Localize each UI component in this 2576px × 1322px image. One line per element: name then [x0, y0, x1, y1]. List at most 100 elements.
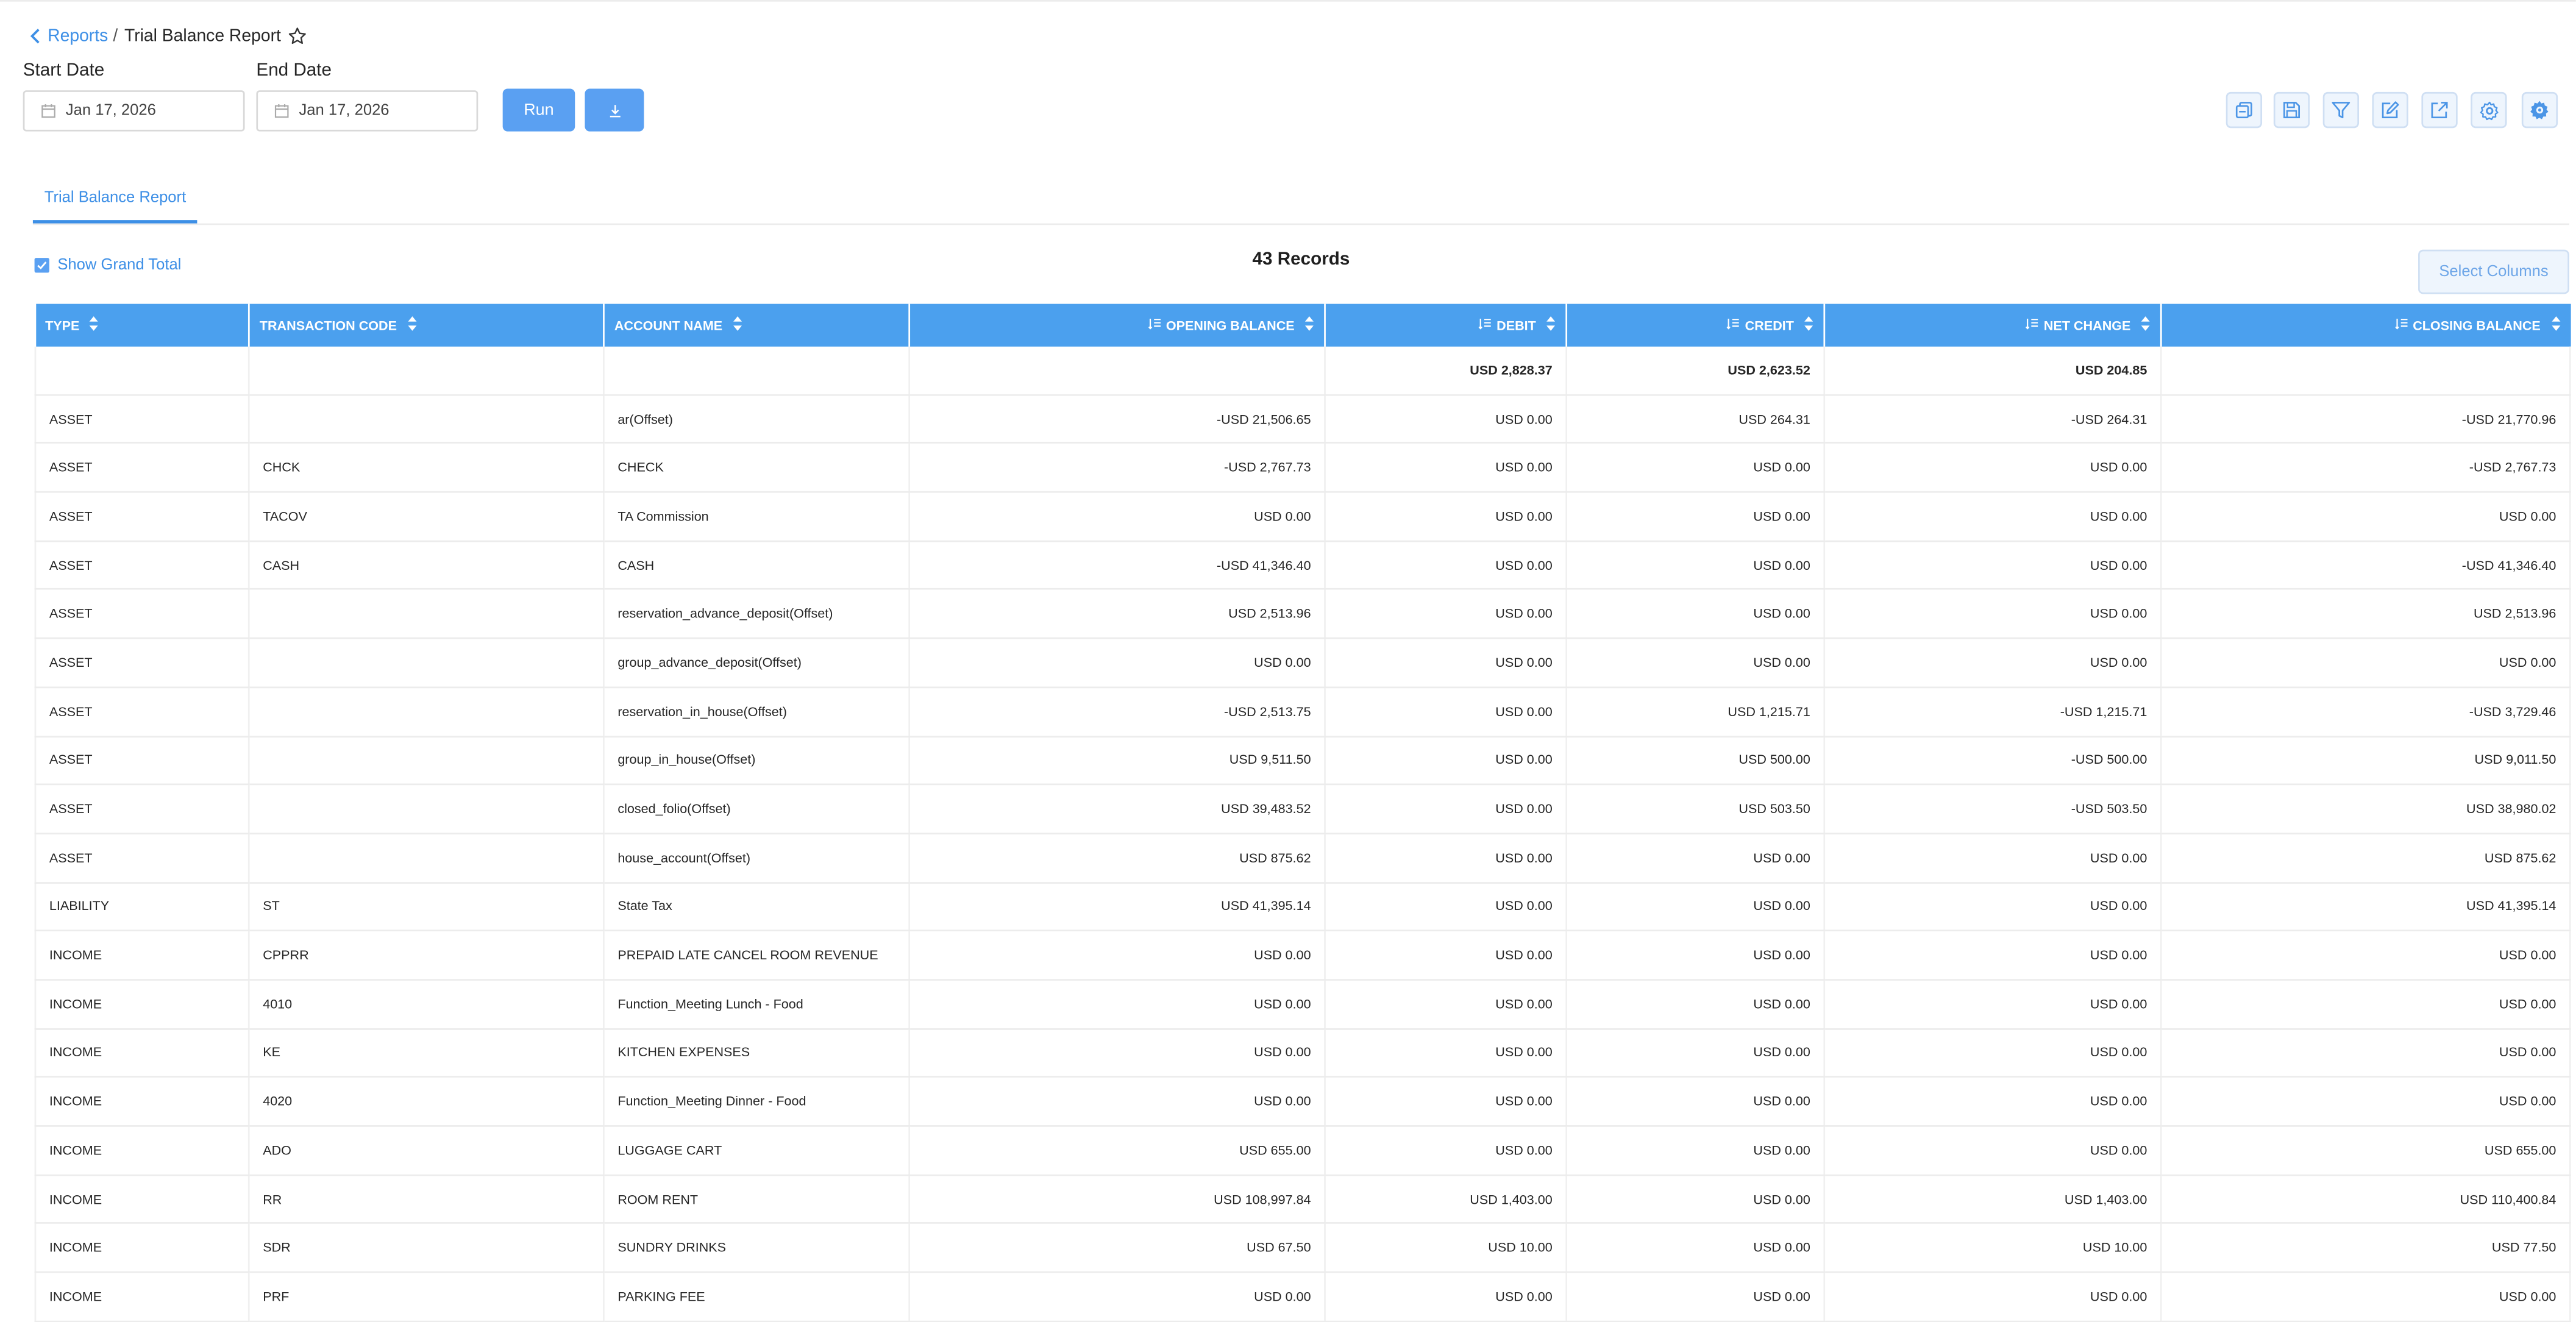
column-header-label: TYPE: [45, 318, 80, 333]
table-row[interactable]: ASSET CASH CASH -USD 41,346.40 USD 0.00 USD 0…: [34, 541, 2571, 591]
download-button[interactable]: [585, 88, 644, 132]
table-row[interactable]: ASSET reservation_advance_deposit(Offset)…: [34, 589, 2571, 639]
grand-total-row: USD 2,828.37 USD 2,623.52 USD 204.85: [34, 346, 2571, 396]
table-row[interactable]: INCOME KE KITCHEN EXPENSES USD 0.00 USD 0.00…: [34, 1028, 2571, 1078]
table-row[interactable]: ASSET closed_folio(Offset) USD 39,483.52 US…: [34, 784, 2571, 834]
table-cell: TA Commission: [603, 492, 911, 542]
table-cell: USD 264.31: [1566, 394, 1826, 444]
table-row[interactable]: ASSET house_account(Offset) USD 875.62 USD …: [34, 833, 2571, 883]
table-cell: USD 0.00: [1325, 833, 1568, 883]
table-cell: -USD 2,767.73: [909, 443, 1326, 493]
table-cell: USD 0.00: [2161, 931, 2571, 981]
sort-icon[interactable]: [732, 315, 742, 335]
table-cell: USD 1,403.00: [1824, 1175, 2162, 1224]
table-cell: 4010: [249, 979, 605, 1029]
show-grand-total-toggle[interactable]: Show Grand Total: [34, 256, 181, 274]
table-row[interactable]: INCOME CPPRR PREPAID LATE CANCEL ROOM REVE…: [34, 931, 2571, 981]
column-header-account-name[interactable]: ACCOUNT NAME: [603, 304, 911, 347]
table-cell: ASSET: [34, 687, 250, 737]
table-cell: USD 0.00: [1824, 1077, 2162, 1127]
sort-icon[interactable]: [1304, 315, 1314, 335]
sort-icon[interactable]: [1804, 315, 1813, 335]
table-cell: USD 0.00: [1325, 638, 1568, 688]
table-cell: [249, 638, 605, 688]
table-cell: USD 0.00: [1824, 882, 2162, 932]
column-header-debit[interactable]: DEBIT: [1325, 304, 1568, 347]
table-cell: -USD 2,513.75: [909, 687, 1326, 737]
table-cell: USD 77.50: [2161, 1223, 2571, 1273]
table-row[interactable]: INCOME RR ROOM RENT USD 108,997.84 USD 1,403…: [34, 1175, 2571, 1224]
sort-icon[interactable]: [1546, 315, 1556, 335]
table-cell: USD 39,483.52: [909, 784, 1326, 834]
table-row[interactable]: ASSET ar(Offset) -USD 21,506.65 USD 0.00 USD…: [34, 394, 2571, 444]
table-cell: RR: [249, 1175, 605, 1224]
table-cell: PRF: [249, 1272, 605, 1322]
table-row[interactable]: ASSET CHCK CHECK -USD 2,767.73 USD 0.00 USD 0…: [34, 443, 2571, 493]
table-cell: ASSET: [34, 638, 250, 688]
table-cell: USD 10.00: [1824, 1223, 2162, 1273]
checkbox-checked-icon[interactable]: [34, 258, 49, 273]
report-copy-button[interactable]: [2226, 91, 2263, 129]
start-date-input[interactable]: Jan 17, 2026: [23, 90, 245, 132]
table-row[interactable]: LIABILITY ST State Tax USD 41,395.14 USD 0.0…: [34, 882, 2571, 932]
select-columns-button[interactable]: Select Columns: [2418, 249, 2569, 294]
sort-icon[interactable]: [2141, 315, 2151, 335]
table-cell: USD 1,215.71: [1566, 687, 1826, 737]
save-button[interactable]: [2273, 91, 2310, 129]
table-row[interactable]: INCOME 4020 Function_Meeting Dinner - Food…: [34, 1077, 2571, 1127]
record-count: 43 Records: [1252, 249, 1350, 269]
table-cell: ADO: [249, 1126, 605, 1176]
table-cell: KE: [249, 1028, 605, 1078]
sort-icon[interactable]: [407, 315, 416, 335]
column-header-closing-balance[interactable]: CLOSING BALANCE: [2161, 304, 2571, 347]
table-cell: reservation_advance_deposit(Offset): [603, 589, 911, 639]
table-cell: USD 0.00: [1566, 931, 1826, 981]
table-row[interactable]: ASSET group_in_house(Offset) USD 9,511.50 U…: [34, 736, 2571, 786]
table-cell: USD 41,395.14: [909, 882, 1326, 932]
end-date-input[interactable]: Jan 17, 2026: [256, 90, 479, 132]
favorite-star-icon[interactable]: [288, 26, 307, 46]
table-row[interactable]: ASSET TACOV TA Commission USD 0.00 USD 0.00 U…: [34, 492, 2571, 542]
table-row[interactable]: ASSET reservation_in_house(Offset) -USD 2,…: [34, 687, 2571, 737]
page-title: Trial Balance Report: [124, 26, 281, 46]
table-row[interactable]: INCOME 4010 Function_Meeting Lunch - Food U…: [34, 979, 2571, 1029]
table-row[interactable]: ASSET group_advance_deposit(Offset) USD 0.…: [34, 638, 2571, 688]
table-cell: CHECK: [603, 443, 911, 493]
advanced-settings-button[interactable]: [2521, 91, 2558, 129]
table-cell: INCOME: [34, 1223, 250, 1273]
settings-button[interactable]: [2471, 91, 2507, 129]
tab-trial-balance-report[interactable]: Trial Balance Report: [32, 180, 198, 224]
filter-button[interactable]: [2322, 91, 2360, 129]
table-cell: -USD 2,767.73: [2161, 443, 2571, 493]
open-external-button[interactable]: [2421, 91, 2458, 129]
table-cell: ST: [249, 882, 605, 932]
column-header-transaction-code[interactable]: TRANSACTION CODE: [249, 304, 605, 347]
table-cell: ASSET: [34, 833, 250, 883]
table-cell: USD 0.00: [1566, 443, 1826, 493]
table-cell: USD 0.00: [1824, 979, 2162, 1029]
column-header-label: TRANSACTION CODE: [259, 318, 397, 333]
column-header-credit[interactable]: CREDIT: [1566, 304, 1826, 347]
back-chevron-icon[interactable]: [30, 28, 41, 44]
breadcrumb-separator: /: [113, 26, 118, 46]
table-row[interactable]: INCOME ADO LUGGAGE CART USD 655.00 USD 0.00 U…: [34, 1126, 2571, 1176]
column-header-opening-balance[interactable]: OPENING BALANCE: [909, 304, 1326, 347]
table-cell: Function_Meeting Lunch - Food: [603, 979, 911, 1029]
table-cell: ASSET: [34, 784, 250, 834]
breadcrumb: Reports / Trial Balance Report: [30, 24, 307, 48]
table-row[interactable]: INCOME PRF PARKING FEE USD 0.00 USD 0.00 USD …: [34, 1272, 2571, 1322]
sort-icon[interactable]: [2550, 315, 2560, 335]
column-header-type[interactable]: TYPE: [35, 304, 250, 347]
table-cell: USD 0.00: [1325, 394, 1568, 444]
table-row[interactable]: INCOME SDR SUNDRY DRINKS USD 67.50 USD 10.00…: [34, 1223, 2571, 1273]
table-cell: USD 0.00: [1325, 492, 1568, 542]
run-button[interactable]: Run: [502, 88, 575, 132]
column-header-net-change[interactable]: NET CHANGE: [1824, 304, 2162, 347]
edit-button[interactable]: [2372, 91, 2408, 129]
download-icon: [609, 104, 620, 116]
table-cell: LIABILITY: [34, 882, 250, 932]
report-copy-icon: [2235, 102, 2252, 119]
sort-icon[interactable]: [90, 315, 99, 335]
table-cell: USD 0.00: [2161, 1272, 2571, 1322]
breadcrumb-reports-link[interactable]: Reports: [48, 26, 108, 46]
